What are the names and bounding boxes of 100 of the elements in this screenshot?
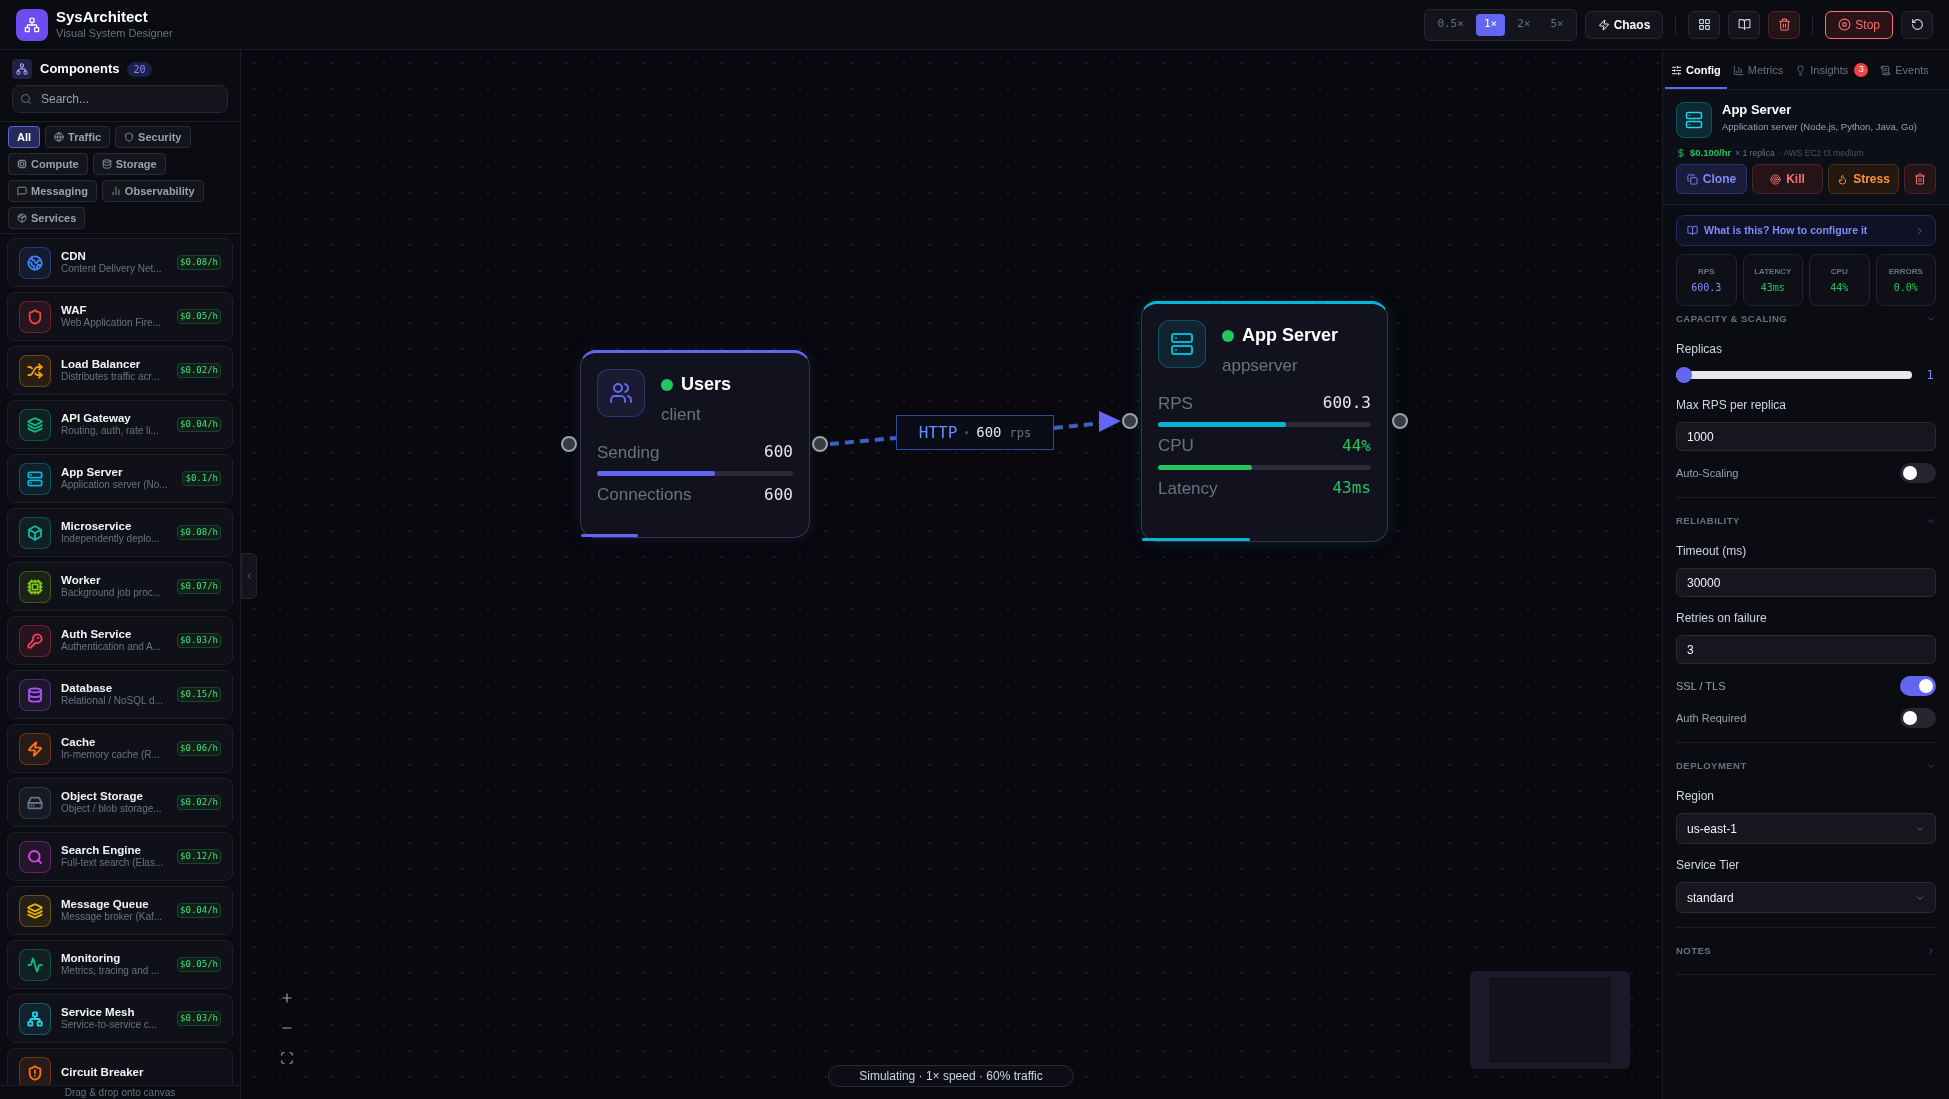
app-title: SysArchitect xyxy=(56,8,149,27)
component-card[interactable]: API Gateway Routing, auth, rate li... $0.04/h xyxy=(7,400,233,449)
component-card[interactable]: Search Engine Full-text search (Elas... $0.12/h xyxy=(7,832,233,881)
connection-port[interactable] xyxy=(561,436,577,452)
stat-value: 0.0% xyxy=(1893,280,1918,295)
protocol-label: HTTP xyxy=(918,421,958,444)
component-name: Microservice xyxy=(61,519,133,534)
select-field[interactable]: us-east-1 xyxy=(1676,813,1936,845)
component-name: WAF xyxy=(61,303,88,318)
help-link[interactable]: What is this? How to configure it xyxy=(1676,215,1936,247)
speed-option[interactable]: 0.5× xyxy=(1429,13,1472,36)
component-name: Cache xyxy=(61,735,97,750)
book-button[interactable] xyxy=(1728,10,1761,39)
node-card[interactable]: App Server appserver RPS 600.3 CPU 44% Latency 43ms xyxy=(1141,301,1388,542)
slider-thumb[interactable] xyxy=(1676,367,1692,384)
component-card[interactable]: CDN Content Delivery Net... $0.08/h xyxy=(7,238,233,287)
component-card[interactable]: Database Relational / NoSQL d... $0.15/h xyxy=(7,670,233,719)
unit-label: rps xyxy=(1009,424,1032,442)
component-card[interactable]: Load Balancer Distributes traffic acr... $0.02/h xyxy=(7,346,233,395)
component-card[interactable]: Message Queue Message broker (Kaf... $0.04/h xyxy=(7,886,233,935)
component-card[interactable]: Cache In-memory cache (R... $0.06/h xyxy=(7,724,233,773)
toggle-switch[interactable] xyxy=(1900,708,1936,729)
price-badge: $0.05/h xyxy=(177,956,221,973)
filter-chip[interactable]: Messaging xyxy=(8,180,97,202)
action-button[interactable]: Stress xyxy=(1828,164,1899,195)
metric-label: Connections xyxy=(597,484,692,506)
metric-value: 600.3 xyxy=(1322,392,1371,415)
grid-icon xyxy=(1697,18,1711,31)
node-title: App Server xyxy=(1242,324,1339,347)
component-title: App Server xyxy=(1722,102,1793,119)
reset-button[interactable] xyxy=(1901,10,1933,39)
speed-option[interactable]: 5× xyxy=(1542,13,1572,36)
sliders-icon xyxy=(1671,64,1682,76)
filter-chip[interactable]: All xyxy=(8,126,41,148)
toggle-switch[interactable] xyxy=(1900,676,1936,697)
connection-port[interactable] xyxy=(1392,413,1408,429)
connection-port[interactable] xyxy=(1122,413,1138,429)
layout-button[interactable] xyxy=(1688,10,1721,39)
panel-tab[interactable]: Events xyxy=(1874,53,1935,89)
stop-button[interactable]: Stop xyxy=(1825,10,1893,39)
component-description: Authentication and A... xyxy=(61,641,163,654)
panel-tab[interactable]: Insights 3 xyxy=(1789,53,1875,89)
component-card[interactable]: Object Storage Object / blob storage... $0.02/h xyxy=(7,778,233,827)
select-field[interactable]: standard xyxy=(1676,882,1936,914)
component-description: In-memory cache (R... xyxy=(61,749,161,762)
bar-chart-icon xyxy=(110,186,121,196)
speed-option[interactable]: 2× xyxy=(1509,13,1539,36)
price-badge: $0.02/h xyxy=(177,362,221,379)
panel-tab[interactable]: Metrics xyxy=(1726,53,1790,89)
status-text: Simulating · 1× speed · 60% traffic xyxy=(859,1068,1043,1085)
stat-label: LATENCY xyxy=(1754,265,1792,278)
globe-icon xyxy=(54,132,65,142)
component-description: Relational / NoSQL d... xyxy=(61,695,164,708)
fit-view-icon xyxy=(280,1051,294,1065)
input-field[interactable]: 30000 xyxy=(1676,568,1936,598)
filter-chip[interactable]: Observability xyxy=(101,180,204,202)
toggle-switch[interactable] xyxy=(1900,463,1936,484)
component-name: Message Queue xyxy=(61,897,150,912)
speed-option[interactable]: 1× xyxy=(1475,13,1506,36)
scroll-icon xyxy=(1880,64,1892,76)
action-button[interactable]: Clone xyxy=(1676,164,1747,195)
component-card[interactable]: App Server Application server (No... $0.1/h xyxy=(7,454,233,503)
field-label: Timeout (ms) xyxy=(1676,543,1748,561)
collapse-handle[interactable] xyxy=(241,553,257,599)
component-card[interactable]: Monitoring Metrics, tracing and ... $0.05/h xyxy=(7,940,233,989)
connection-port[interactable] xyxy=(812,436,828,452)
filter-chip[interactable]: Traffic xyxy=(45,126,111,148)
component-name: API Gateway xyxy=(61,411,132,426)
node-card[interactable]: Users client Sending 600 Connections 600 xyxy=(580,350,810,538)
filter-chip[interactable]: Storage xyxy=(92,153,166,175)
chevron-right-icon xyxy=(1915,225,1925,236)
component-card[interactable]: WAF Web Application Fire... $0.05/h xyxy=(7,292,233,341)
component-card[interactable]: Microservice Independently deplo... $0.08/h xyxy=(7,508,233,557)
filter-chip[interactable]: Security xyxy=(115,126,191,148)
canvas[interactable]: HTTP 600 rps Users client Sending 600 Connections 600 App Server appserver RPS 600.3 CPU 44% Latency 43ms Simulating · 1× speed · 60% traffic xyxy=(241,50,1662,1099)
input-field[interactable]: 3 xyxy=(1676,635,1936,665)
toggle-label: Auth Required xyxy=(1676,711,1747,726)
action-button[interactable]: Kill xyxy=(1752,164,1823,195)
component-card[interactable]: Service Mesh Service-to-service c... $0.03/h xyxy=(7,994,233,1043)
filter-chip[interactable]: Compute xyxy=(8,153,88,175)
component-card[interactable]: Circuit Breaker xyxy=(7,1048,233,1085)
chaos-button[interactable]: Chaos xyxy=(1584,10,1664,39)
component-card[interactable]: Auth Service Authentication and A... $0.03/h xyxy=(7,616,233,665)
server-icon xyxy=(1170,332,1194,356)
search-field[interactable]: Search... xyxy=(12,85,228,113)
section-title: NOTES xyxy=(1676,944,1712,959)
replica-count: × 1 replica xyxy=(1735,146,1775,160)
field-label: Region xyxy=(1676,788,1716,806)
delete-button[interactable] xyxy=(1768,10,1801,39)
price-badge: $0.15/h xyxy=(177,686,221,703)
component-description: Metrics, tracing and ... xyxy=(61,965,161,978)
input-field[interactable]: 1000 xyxy=(1676,422,1936,452)
filter-chip[interactable]: Services xyxy=(8,207,86,229)
section-title: DEPLOYMENT xyxy=(1676,759,1747,774)
component-description: Message broker (Kaf... xyxy=(61,911,164,924)
component-card[interactable]: Worker Background job proc... $0.07/h xyxy=(7,562,233,611)
copy-icon xyxy=(1686,173,1698,185)
price-badge: $0.08/h xyxy=(177,524,221,541)
slider-value: 1 xyxy=(1925,367,1935,385)
delete-button[interactable] xyxy=(1904,164,1936,195)
